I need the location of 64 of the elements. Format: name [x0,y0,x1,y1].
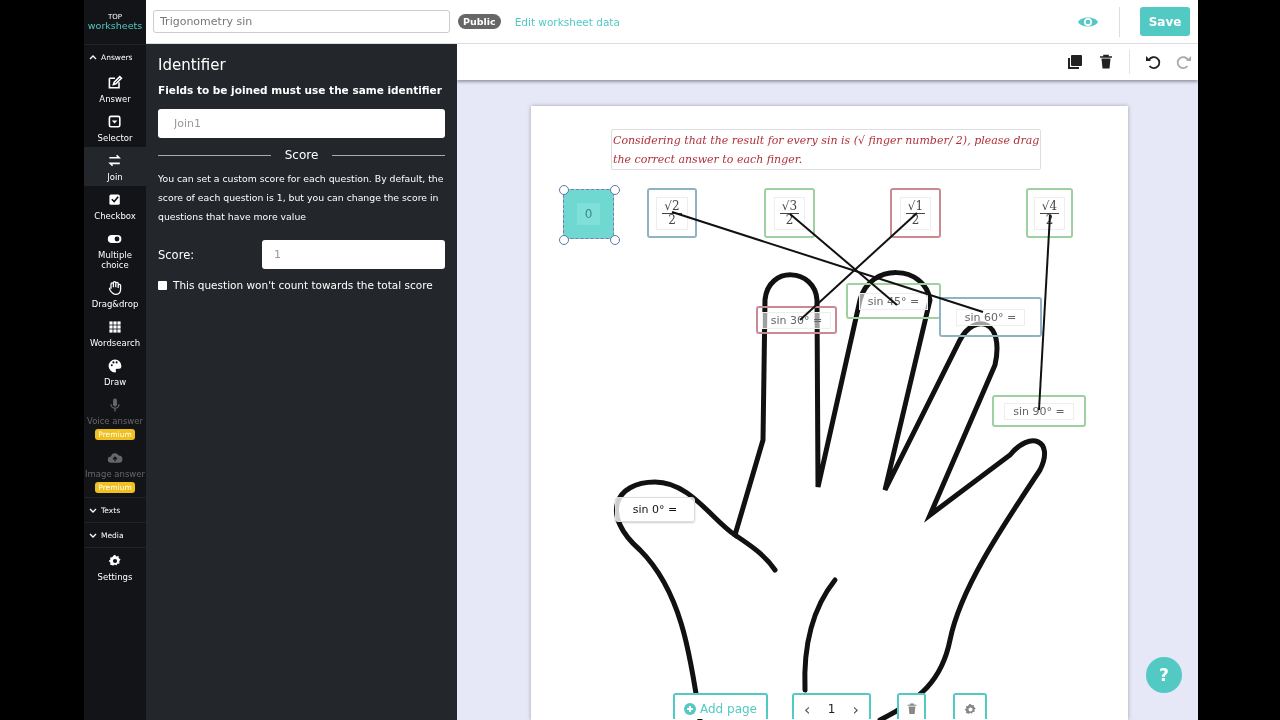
grid-icon [107,319,123,335]
fraction-numerator: √4 [1039,199,1060,214]
fraction-numerator: √3 [779,199,800,214]
copy-icon[interactable] [1067,54,1083,70]
caret-down-icon [89,531,97,539]
public-badge: Public [458,14,501,29]
undo-icon[interactable] [1145,54,1161,70]
join-icon [107,153,123,169]
fraction-numerator: √2 [662,199,682,214]
instruction-text: Considering that the result for every sin is (√ finger number/ 2), please drag the correct answer to each finger. [611,129,1041,170]
settings-icon [963,702,977,716]
fraction-numerator: √1 [905,199,926,214]
tool-label: Image answer [85,469,145,479]
next-page-button[interactable]: › [849,699,862,719]
logo-text: worksheets [87,20,143,31]
redo-icon[interactable] [1176,54,1192,70]
answer-value: 0 [576,203,601,225]
answer-slot[interactable]: sin 0° = [615,497,695,522]
checkbox-label: This question won't count towards the total score [173,279,433,291]
cloud-icon [107,450,123,466]
answer-slot[interactable]: sin 90° = [992,395,1086,427]
title-field[interactable]: Trigonometry sin [153,10,450,33]
slot-label: sin 90° = [1004,402,1074,420]
page-number: 1 [827,702,836,716]
fraction-denominator: 2 [668,213,676,227]
panel-subtitle: Fields to be joined must use the same identifier [158,84,443,96]
tool-label: Wordsearch [89,338,141,348]
slot-label: sin 60° = [955,308,1026,326]
score-label: Score: [158,247,195,262]
tool-label: Join [107,172,123,182]
resize-handle[interactable] [559,185,569,195]
caret-up-icon [89,53,97,61]
resize-handle[interactable] [610,235,620,245]
tool-item[interactable]: Join [84,147,146,186]
tool-label: Multiple choice [97,250,133,270]
resize-handle[interactable] [610,185,620,195]
previous-page-button[interactable]: ‹ [801,699,814,719]
resize-handle[interactable] [559,235,569,245]
settings-icon [108,554,122,568]
settings-label: Settings [97,572,133,582]
tool-label: Checkbox [94,211,136,221]
hand-icon [107,280,123,296]
plus-icon [684,703,696,715]
mic-icon [107,397,123,413]
trash-icon[interactable] [1098,54,1114,70]
palette-icon [107,358,123,374]
caret-down-icon [89,506,97,514]
tool-label: Drag&drop [91,299,139,309]
tool-label: Voice answer [87,416,143,426]
score-description: You can set a custom score for each question. By default, the score of each question is 1, but you can change the score in questions that have more value [158,172,445,224]
tool-label: Answer [99,94,131,104]
checkbox[interactable] [158,280,167,290]
answer-slot[interactable]: sin 60° = [939,297,1042,337]
tool-label: Draw [103,377,127,387]
page-settings-button[interactable] [953,693,987,719]
edit-icon [107,75,123,91]
panel-title: Identifier [158,56,227,74]
delete-page-button[interactable] [897,693,926,719]
select-icon [107,114,123,130]
answer-tile[interactable]: √2 2 [647,188,697,238]
trash-icon [905,703,918,715]
tool-label: Selector [97,133,133,143]
check-icon [107,192,123,208]
score-heading: Score [284,148,319,162]
